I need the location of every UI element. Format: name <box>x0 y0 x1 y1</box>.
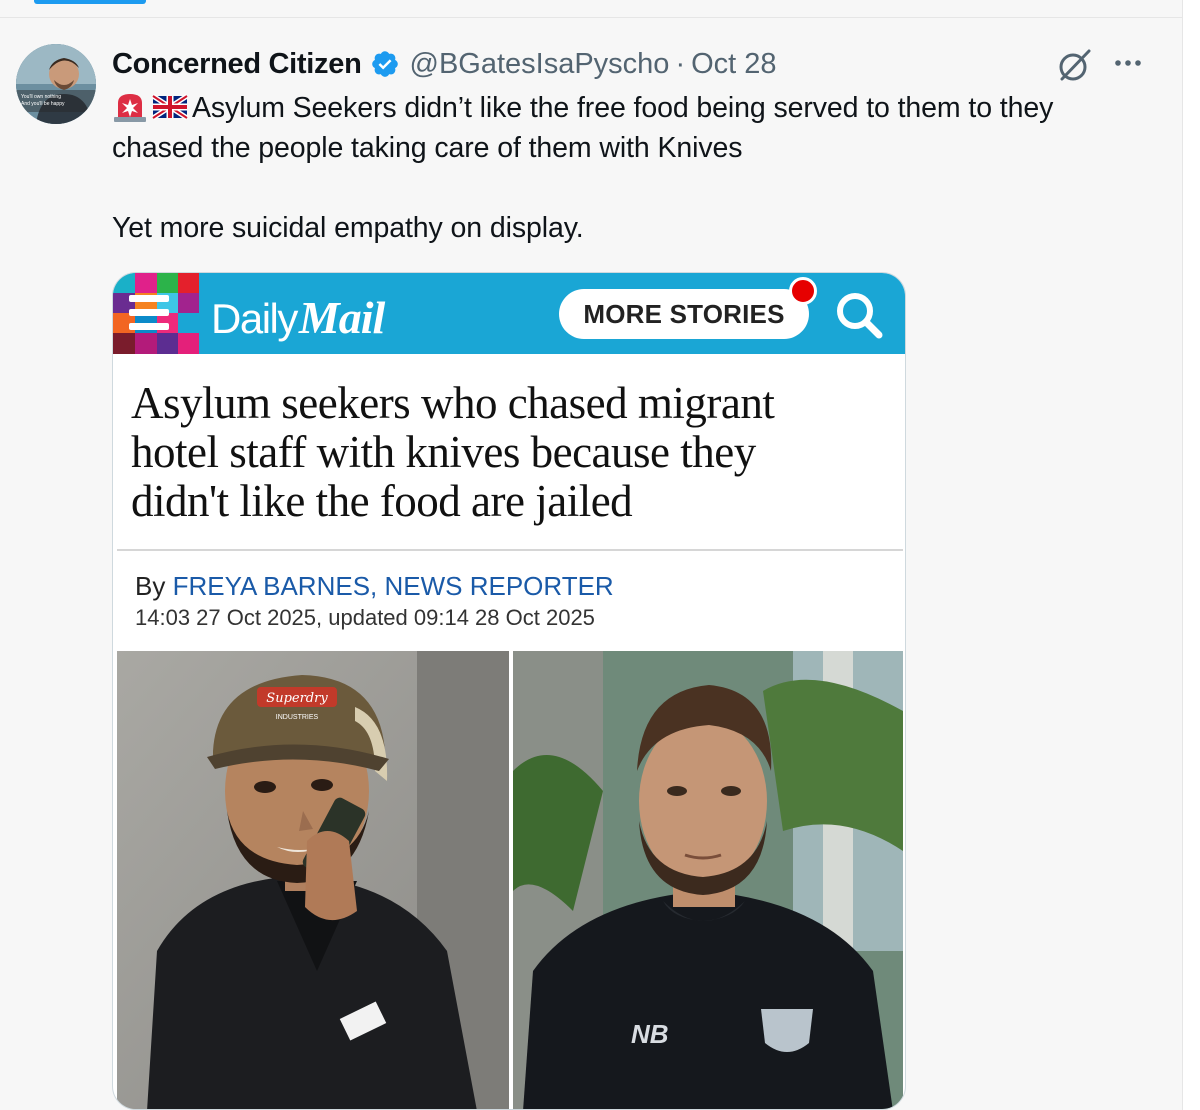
avatar-caption-line2: And you'll be happy <box>21 101 65 107</box>
tweet-text-line-2: chased the people taking care of them wi… <box>112 132 743 164</box>
grok-icon[interactable] <box>1056 46 1094 84</box>
headline-divider <box>117 549 903 551</box>
notification-dot <box>789 277 817 305</box>
article-headline[interactable]: Asylum seekers who chased migrant hotel … <box>131 379 871 526</box>
menu-mosaic-icon[interactable] <box>113 273 199 354</box>
article-byline: By FREYA BARNES, NEWS REPORTER <box>135 571 614 602</box>
rotating-light-emoji <box>112 91 148 123</box>
logo-daily-text: Daily <box>211 295 298 342</box>
tweet-text-line-3: Yet more suicidal empathy on display. <box>112 212 584 244</box>
headline-line-3: didn't like the food are jailed <box>131 476 633 526</box>
search-icon[interactable] <box>831 287 887 343</box>
cap-brand-text: Superdry <box>266 691 328 706</box>
author-display-name[interactable]: Concerned Citizen <box>112 48 362 81</box>
daily-mail-header: Daily Mail MORE STORIES <box>113 273 905 354</box>
article-timestamp: 14:03 27 Oct 2025, updated 09:14 28 Oct … <box>135 605 595 630</box>
article-photo-right: NB <box>513 651 903 1109</box>
header-separator: · <box>675 47 686 80</box>
byline-author-link[interactable]: FREYA BARNES, NEWS REPORTER <box>173 571 614 601</box>
avatar[interactable]: You'll own nothing And you'll be happy <box>16 44 96 124</box>
tweet-text-line-1-content: Asylum Seekers didn’t like the free food… <box>192 92 1054 124</box>
more-stories-button[interactable]: MORE STORIES <box>559 289 809 339</box>
tweet-header: Concerned Citizen @BGatesIsaPyscho · Oct… <box>112 44 777 84</box>
byline-prefix: By <box>135 571 166 601</box>
avatar-caption-line1: You'll own nothing <box>21 94 61 100</box>
shirt-logo-text: NB <box>631 1019 669 1049</box>
daily-mail-logo[interactable]: Daily Mail <box>211 291 385 343</box>
uk-flag-emoji <box>151 91 189 123</box>
tweet-text-line-1: Asylum Seekers didn’t like the free food… <box>112 88 1162 128</box>
article-photo-left: Superdry INDUSTRIES <box>117 651 509 1109</box>
logo-mail-text: Mail <box>298 292 385 343</box>
right-edge-rail <box>1182 0 1200 1110</box>
more-icon[interactable] <box>1110 48 1146 78</box>
attached-image-card[interactable]: Daily Mail MORE STORIES Asylum seekers w… <box>112 272 906 1110</box>
tweet-text: Asylum Seekers didn’t like the free food… <box>112 88 1162 248</box>
cap-sub-text: INDUSTRIES <box>276 714 319 721</box>
headline-line-1: Asylum seekers who chased migrant <box>131 378 775 428</box>
headline-line-2: hotel staff with knives because they <box>131 427 756 477</box>
active-tab-indicator <box>34 0 146 4</box>
author-handle[interactable]: @BGatesIsaPyscho <box>410 48 670 81</box>
tweet-date[interactable]: Oct 28 <box>691 48 776 81</box>
verified-badge-icon[interactable] <box>370 49 400 79</box>
top-nav-strip <box>0 0 1182 18</box>
